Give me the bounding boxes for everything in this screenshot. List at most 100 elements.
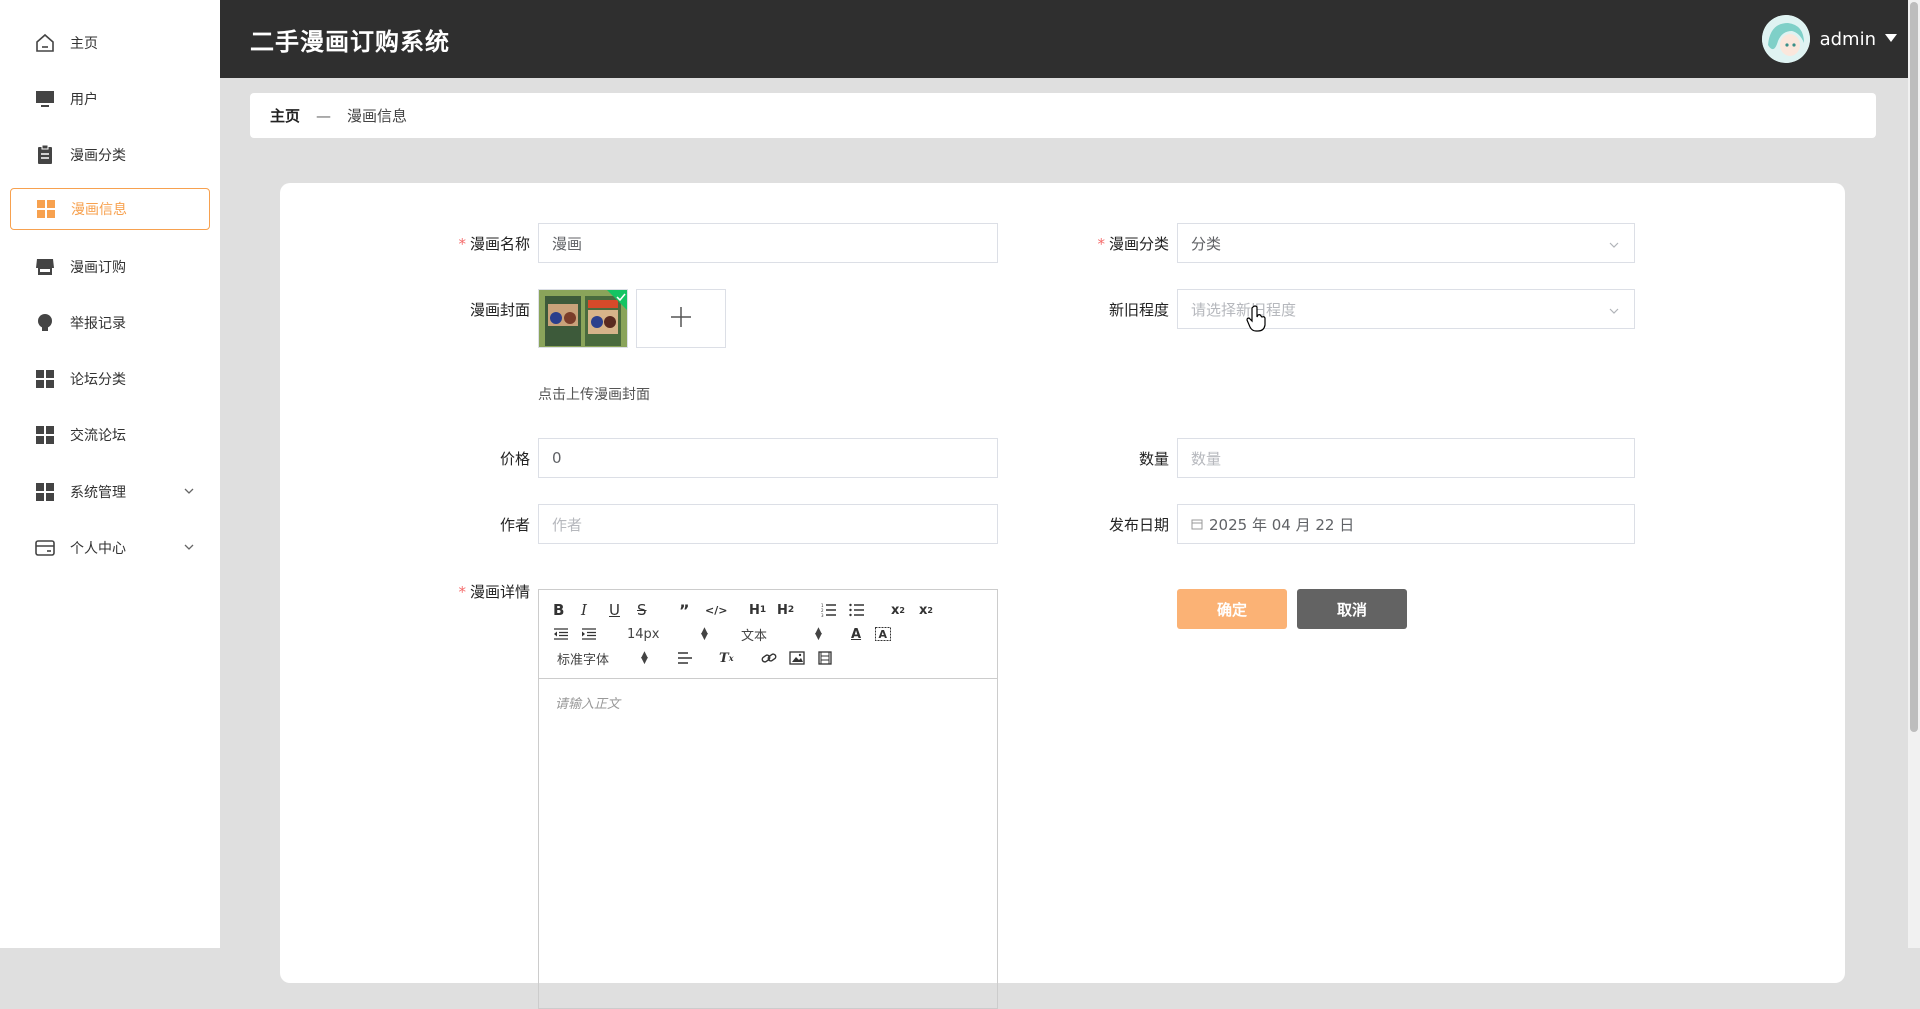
sidebar-item-comic-category[interactable]: 漫画分类 [10, 134, 210, 176]
indent-icon[interactable] [581, 624, 597, 644]
image-icon[interactable] [789, 648, 805, 668]
caret-down-icon [1884, 31, 1898, 47]
upload-cover-button[interactable] [636, 289, 726, 348]
outdent-icon[interactable] [553, 624, 569, 644]
form-card: * 漫画名称 漫画 * 漫画分类 分类 漫画封面 点击上传漫画封面 新旧程度 请… [280, 183, 1845, 1009]
sidebar-item-users[interactable]: 用户 [10, 78, 210, 120]
plus-icon [669, 305, 693, 333]
up-down-icon: ▲ ▼ [641, 650, 648, 666]
clipboard-icon [34, 144, 56, 166]
hand-pointer-icon [1246, 305, 1268, 333]
font-size-select[interactable]: 14px ▲ ▼ [627, 624, 711, 644]
sidebar-item-comic-info[interactable]: 漫画信息 [10, 188, 210, 230]
sidebar-item-label: 论坛分类 [70, 372, 126, 388]
grid-icon [34, 368, 56, 390]
quantity-input[interactable]: 数量 [1177, 438, 1635, 478]
author-input[interactable]: 作者 [538, 504, 998, 544]
align-left-icon[interactable] [677, 648, 693, 668]
shop-icon [34, 256, 56, 278]
chevron-down-icon [182, 484, 196, 498]
sidebar-item-report[interactable]: 举报记录 [10, 302, 210, 344]
comic-cover-label: 漫画封面 [469, 301, 530, 319]
sidebar-item-system[interactable]: 系统管理 [10, 471, 210, 513]
editor-placeholder: 请输入正文 [555, 697, 621, 712]
sidebar-item-profile[interactable]: 个人中心 [10, 527, 210, 569]
background-color-icon[interactable]: A [875, 624, 891, 644]
comic-category-label: * 漫画分类 [1097, 235, 1169, 253]
svg-text:3: 3 [821, 613, 824, 617]
up-down-icon: ▲ ▼ [701, 626, 708, 642]
breadcrumb-home[interactable]: 主页 [270, 105, 300, 126]
monitor-icon [34, 88, 56, 110]
confirm-button[interactable]: 确定 [1177, 589, 1287, 629]
publish-date-picker[interactable]: 2025 年 04 月 22 日 [1177, 504, 1635, 544]
sidebar-item-label: 主页 [70, 36, 98, 52]
svg-text:A: A [879, 628, 888, 641]
comic-category-select[interactable]: 分类 [1177, 223, 1635, 263]
breadcrumb-current: 漫画信息 [347, 107, 408, 125]
code-block-icon[interactable]: </> [705, 600, 727, 620]
chevron-down-icon [1608, 303, 1620, 315]
sidebar-item-label: 系统管理 [70, 485, 126, 501]
editor-toolbar: B I U S ” </> H1 H2 123 x2 x2 14px ▲ ▼ 文… [539, 590, 997, 679]
up-down-icon: ▲ ▼ [815, 626, 822, 642]
sidebar-item-home[interactable]: 主页 [10, 22, 210, 64]
condition-label: 新旧程度 [1108, 301, 1169, 319]
bulb-icon [34, 312, 56, 334]
cancel-button[interactable]: 取消 [1297, 589, 1407, 629]
sidebar: 主页 用户 漫画分类 漫画信息 漫画订购 举报记录 论坛分类 交流论坛 系统管理… [0, 0, 220, 948]
heading-2-icon[interactable]: H2 [777, 600, 794, 620]
video-icon[interactable] [817, 648, 833, 668]
rich-text-editor: B I U S ” </> H1 H2 123 x2 x2 14px ▲ ▼ 文… [538, 589, 998, 1009]
editor-content[interactable]: 请输入正文 [539, 679, 997, 726]
breadcrumb: 主页 — 漫画信息 [250, 93, 1876, 138]
sidebar-item-comic-order[interactable]: 漫画订购 [10, 246, 210, 288]
sidebar-item-label: 举报记录 [70, 316, 126, 332]
chevron-down-icon [1608, 237, 1620, 249]
author-label: 作者 [499, 516, 530, 534]
chevron-down-icon [182, 540, 196, 554]
user-menu[interactable]: admin [1761, 14, 1898, 64]
vertical-scrollbar[interactable] [1908, 0, 1920, 948]
calendar-icon [1191, 518, 1203, 530]
user-name: admin [1819, 28, 1876, 50]
font-family-select[interactable]: 标准字体 ▲ ▼ [557, 648, 651, 668]
grid-icon [35, 198, 57, 220]
ordered-list-icon[interactable]: 123 [821, 600, 837, 620]
heading-1-icon[interactable]: H1 [749, 600, 766, 620]
link-icon[interactable] [761, 648, 777, 668]
sidebar-item-label: 交流论坛 [70, 428, 126, 444]
app-title: 二手漫画订购系统 [250, 28, 450, 56]
cover-image[interactable] [538, 289, 628, 348]
scrollbar-thumb[interactable] [1910, 2, 1918, 732]
clear-format-icon[interactable]: Tx [719, 648, 733, 668]
card-icon [34, 537, 56, 559]
top-header: 二手漫画订购系统 admin [220, 0, 1908, 78]
strikethrough-icon[interactable]: S [637, 600, 647, 620]
font-color-icon[interactable]: A [851, 624, 861, 644]
sidebar-item-forum-category[interactable]: 论坛分类 [10, 358, 210, 400]
sidebar-item-label: 用户 [70, 92, 98, 108]
publish-date-label: 发布日期 [1108, 516, 1169, 534]
bullet-list-icon[interactable] [849, 600, 865, 620]
comic-name-input[interactable]: 漫画 [538, 223, 998, 263]
italic-icon[interactable]: I [581, 600, 587, 620]
sidebar-item-label: 漫画分类 [70, 148, 126, 164]
subscript-icon[interactable]: x2 [891, 600, 905, 620]
bold-icon[interactable]: B [553, 600, 564, 620]
price-input[interactable]: 0 [538, 438, 998, 478]
underline-icon[interactable]: U [609, 600, 620, 620]
upload-cover-hint: 点击上传漫画封面 [538, 387, 650, 403]
sidebar-item-label: 漫画信息 [71, 202, 127, 218]
price-label: 价格 [499, 450, 530, 468]
text-style-select[interactable]: 文本 ▲ ▼ [741, 624, 825, 644]
breadcrumb-separator: — [316, 106, 332, 125]
blockquote-icon[interactable]: ” [679, 600, 690, 620]
grid-icon [34, 424, 56, 446]
quantity-label: 数量 [1138, 450, 1169, 468]
sidebar-item-label: 漫画订购 [70, 260, 126, 276]
sidebar-item-forum[interactable]: 交流论坛 [10, 414, 210, 456]
superscript-icon[interactable]: x2 [919, 600, 933, 620]
grid-icon [34, 481, 56, 503]
home-icon [34, 32, 56, 54]
